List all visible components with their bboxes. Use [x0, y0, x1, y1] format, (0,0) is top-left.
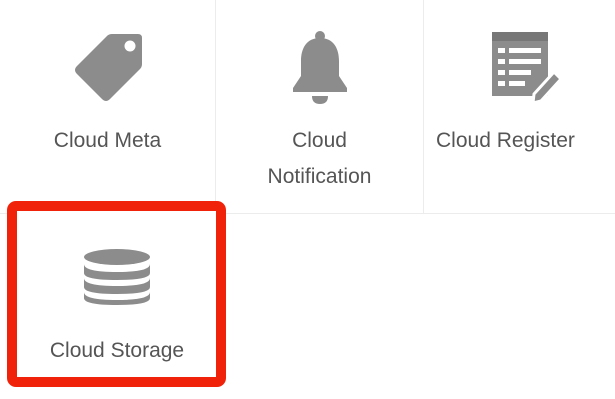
tile-label: Cloud Meta	[53, 129, 162, 152]
bell-icon	[292, 31, 347, 104]
tile-label-line-1: Cloud	[292, 129, 347, 152]
tile-cloud-register[interactable]: Cloud Register	[423, 0, 615, 214]
tile-cloud-meta[interactable]: Cloud Meta	[0, 0, 216, 214]
services-grid: Cloud Meta Cloud Notification Cloud Regi…	[0, 0, 615, 399]
tile-label-line-2: Notification	[267, 165, 372, 188]
tile-cloud-notification[interactable]: Cloud Notification	[215, 0, 424, 214]
register-form-icon	[492, 32, 564, 104]
tile-cloud-storage[interactable]: Cloud Storage	[12, 206, 222, 386]
tile-label: Cloud Register	[436, 129, 575, 152]
tile-label: Cloud Storage	[49, 339, 185, 362]
tag-icon	[74, 34, 142, 101]
database-icon	[84, 249, 150, 305]
